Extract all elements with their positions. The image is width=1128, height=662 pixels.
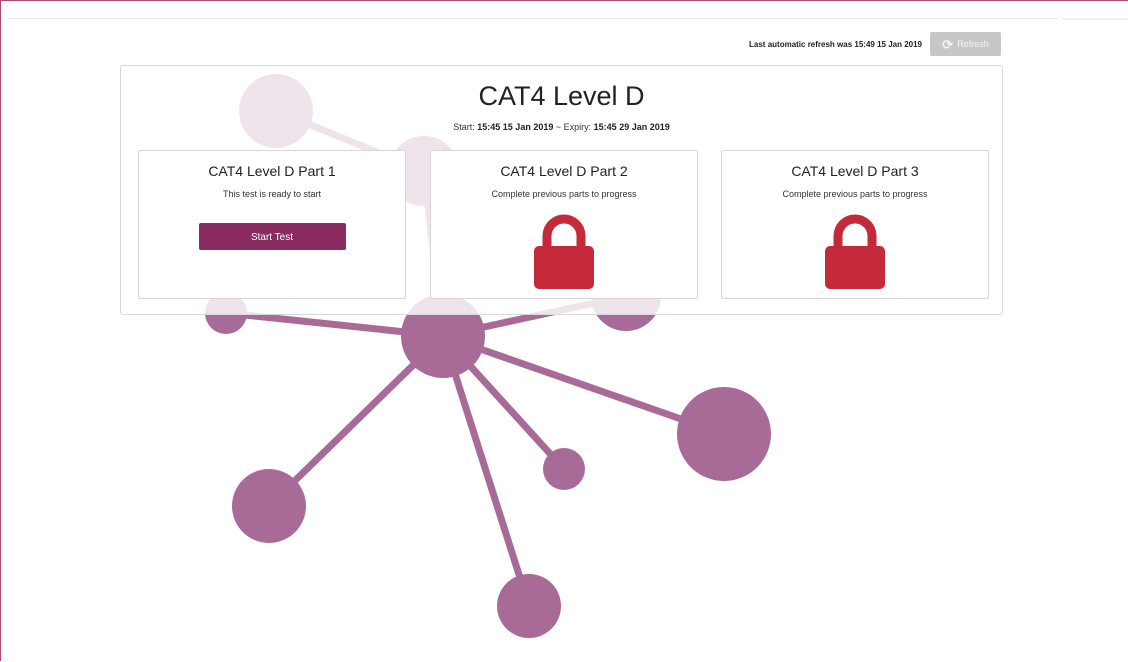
part-card-1: CAT4 Level D Part 1 This test is ready t… <box>138 150 406 299</box>
start-label: Start: <box>453 122 475 132</box>
refresh-bar: Last automatic refresh was 15:49 15 Jan … <box>749 32 1001 56</box>
part-status: Complete previous parts to progress <box>782 189 928 199</box>
test-dates: Start: 15:45 15 Jan 2019 ~ Expiry: 15:45… <box>121 122 1002 132</box>
lock-icon <box>534 214 594 289</box>
lock-icon <box>825 214 885 289</box>
test-title: CAT4 Level D <box>478 81 645 111</box>
part-card-3: CAT4 Level D Part 3 Complete previous pa… <box>721 150 989 299</box>
part-title: CAT4 Level D Part 2 <box>500 163 628 179</box>
part-card-2: CAT4 Level D Part 2 Complete previous pa… <box>430 150 698 299</box>
refresh-icon: ⟳ <box>942 36 954 52</box>
date-separator: ~ <box>555 122 562 132</box>
start-value: 15:45 15 Jan 2019 <box>477 122 554 132</box>
last-refresh-text: Last automatic refresh was 15:49 15 Jan … <box>749 39 922 49</box>
part-status: This test is ready to start <box>222 189 322 199</box>
expiry-label: Expiry: <box>563 122 592 132</box>
test-panel: CAT4 Level D Start: 15:45 15 Jan 2019 ~ … <box>120 65 1003 315</box>
start-test-button[interactable]: Start Test <box>198 223 346 250</box>
refresh-button[interactable]: ⟳ Refresh <box>930 32 1001 56</box>
part-title: CAT4 Level D Part 1 <box>208 163 336 179</box>
part-title: CAT4 Level D Part 3 <box>791 163 919 179</box>
app-window: Last automatic refresh was 15:49 15 Jan … <box>0 0 1128 661</box>
refresh-button-label: Refresh <box>957 39 989 49</box>
expiry-value: 15:45 29 Jan 2019 <box>593 122 670 132</box>
part-status: Complete previous parts to progress <box>491 189 637 199</box>
